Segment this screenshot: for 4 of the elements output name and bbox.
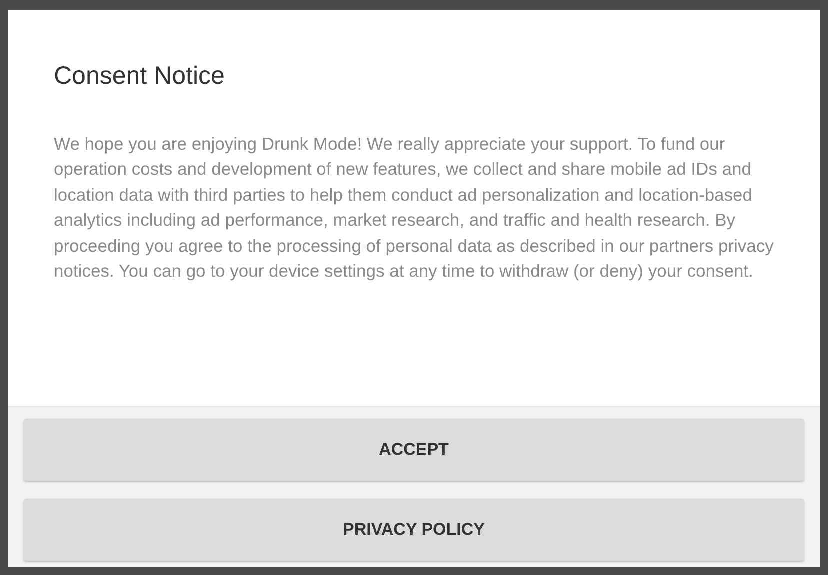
dialog-button[interactable]: ACCEPT (24, 419, 804, 481)
dialog-title: Consent Notice (53, 61, 226, 92)
consent-message: We hope you are enjoying Drunk Mode! We really appreciate your support. To fund our operation costs and development of new features, we collect and share mobile ad IDs and location data with third parties to help them conduct ad personalization and location-based analytics including ad performance, market research, and traffic and health research. By proceeding you agree to the processing of personal data as described in our partners privacy notices. You can go to your device settings at any time to withdraw (or deny) your consent. (53, 132, 775, 283)
dialog-button[interactable]: PRIVACY POLICY (24, 499, 804, 561)
